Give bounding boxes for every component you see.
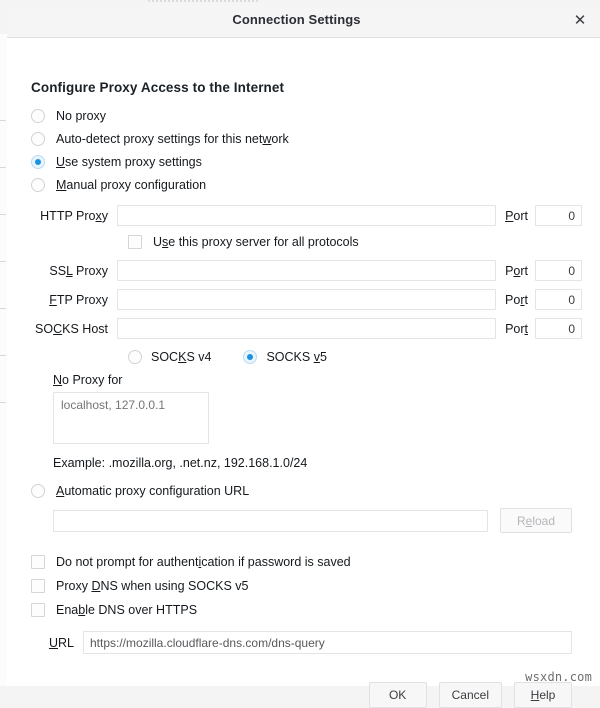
dialog-title: Connection Settings bbox=[232, 12, 361, 27]
radio-option-pac-url[interactable]: Automatic proxy configuration URL bbox=[31, 484, 582, 498]
page-title: Configure Proxy Access to the Internet bbox=[31, 80, 285, 95]
checkbox-indicator-proxy-dns-socks5[interactable] bbox=[31, 579, 45, 593]
field-row-socks-host: SOCKS Host Port bbox=[25, 318, 582, 339]
radio-indicator-auto-detect[interactable] bbox=[31, 132, 45, 146]
checkbox-indicator-do-not-prompt-auth[interactable] bbox=[31, 555, 45, 569]
label-ftp-port: Port bbox=[505, 292, 528, 307]
radio-option-use-system[interactable]: Use system proxy settings bbox=[31, 155, 582, 169]
checkbox-proxy-dns-socks5[interactable]: Proxy DNS when using SOCKS v5 bbox=[31, 574, 582, 598]
radio-label-socks-v5: SOCKS v5 bbox=[266, 350, 327, 364]
checkbox-indicator-enable-dns-over-https[interactable] bbox=[31, 603, 45, 617]
http-port-input[interactable] bbox=[535, 205, 582, 226]
pac-url-input[interactable] bbox=[53, 509, 488, 532]
radio-label-pac-url: Automatic proxy configuration URL bbox=[56, 484, 250, 498]
label-ftp-proxy: FTP Proxy bbox=[49, 292, 108, 307]
checkbox-enable-dns-over-https[interactable]: Enable DNS over HTTPS bbox=[31, 598, 582, 622]
radio-indicator-manual[interactable] bbox=[31, 178, 45, 192]
checkbox-indicator-use-all-protocols[interactable] bbox=[128, 235, 142, 249]
ftp-port-input[interactable] bbox=[535, 289, 582, 310]
label-http-port: Port bbox=[505, 208, 528, 223]
ssl-proxy-input[interactable] bbox=[117, 260, 497, 281]
label-ssl-proxy: SSL Proxy bbox=[49, 263, 108, 278]
doh-url-input[interactable] bbox=[83, 631, 572, 654]
socks-version-radiogroup: SOCKS v4 SOCKS v5 bbox=[128, 350, 582, 364]
radio-label-socks-v4: SOCKS v4 bbox=[151, 350, 212, 364]
radio-indicator-socks-v5[interactable] bbox=[243, 350, 258, 364]
dialog-content: Configure Proxy Access to the Internet N… bbox=[7, 80, 600, 708]
ftp-proxy-input[interactable] bbox=[117, 289, 497, 310]
reload-button[interactable]: Reload bbox=[500, 508, 572, 533]
label-no-proxy-for: No Proxy for bbox=[53, 373, 123, 387]
radio-option-auto-detect[interactable]: Auto-detect proxy settings for this netw… bbox=[31, 132, 582, 146]
field-row-ftp-proxy: FTP Proxy Port bbox=[25, 289, 582, 310]
radio-indicator-no-proxy[interactable] bbox=[31, 109, 45, 123]
radio-option-no-proxy[interactable]: No proxy bbox=[31, 109, 582, 123]
close-icon[interactable]: ✕ bbox=[560, 3, 600, 37]
no-proxy-for-textarea[interactable] bbox=[53, 392, 209, 444]
http-proxy-input[interactable] bbox=[117, 205, 497, 226]
radio-label-use-system: Use system proxy settings bbox=[56, 155, 202, 169]
label-http-proxy: HTTP Proxy bbox=[40, 208, 108, 223]
checkbox-label-do-not-prompt-auth: Do not prompt for authentication if pass… bbox=[56, 555, 351, 569]
label-ssl-port: Port bbox=[505, 263, 528, 278]
checkbox-use-all-protocols[interactable]: Use this proxy server for all protocols bbox=[128, 235, 582, 249]
background-page-left-marks bbox=[0, 120, 6, 480]
field-row-ssl-proxy: SSL Proxy Port bbox=[25, 260, 582, 281]
label-doh-url: URL bbox=[48, 635, 74, 650]
radio-label-manual: Manual proxy configuration bbox=[56, 178, 207, 192]
socks-port-input[interactable] bbox=[535, 318, 582, 339]
label-socks-port: Port bbox=[505, 321, 528, 336]
checkbox-label-proxy-dns-socks5: Proxy DNS when using SOCKS v5 bbox=[56, 579, 249, 593]
socks-host-input[interactable] bbox=[117, 318, 497, 339]
label-socks-host: SOCKS Host bbox=[35, 321, 108, 336]
checkbox-label-use-all-protocols: Use this proxy server for all protocols bbox=[153, 235, 359, 249]
radio-label-no-proxy: No proxy bbox=[56, 109, 107, 123]
checkbox-do-not-prompt-auth[interactable]: Do not prompt for authentication if pass… bbox=[31, 550, 582, 574]
radio-option-manual[interactable]: Manual proxy configuration bbox=[31, 178, 582, 192]
doh-url-row: URL bbox=[43, 631, 582, 654]
radio-indicator-pac-url[interactable] bbox=[31, 484, 45, 498]
dialog-titlebar: Connection Settings ✕ bbox=[7, 2, 600, 38]
watermark: wsxdn.com bbox=[525, 670, 592, 684]
field-row-http-proxy: HTTP Proxy Port bbox=[25, 205, 582, 226]
no-proxy-example-text: Example: .mozilla.org, .net.nz, 192.168.… bbox=[53, 456, 308, 470]
pac-url-row: Reload bbox=[53, 508, 582, 533]
options-checkbox-group: Do not prompt for authentication if pass… bbox=[25, 550, 582, 622]
radio-indicator-use-system[interactable] bbox=[31, 155, 45, 169]
connection-settings-dialog: Connection Settings ✕ Configure Proxy Ac… bbox=[7, 2, 600, 708]
checkbox-label-enable-dns-over-https: Enable DNS over HTTPS bbox=[56, 603, 198, 617]
proxy-mode-radiogroup: No proxy Auto-detect proxy settings for … bbox=[25, 109, 582, 192]
radio-label-auto-detect: Auto-detect proxy settings for this netw… bbox=[56, 132, 289, 146]
radio-indicator-socks-v4[interactable] bbox=[128, 350, 142, 364]
ssl-port-input[interactable] bbox=[535, 260, 582, 281]
manual-proxy-fields: HTTP Proxy Port Use this proxy server fo… bbox=[25, 205, 582, 470]
